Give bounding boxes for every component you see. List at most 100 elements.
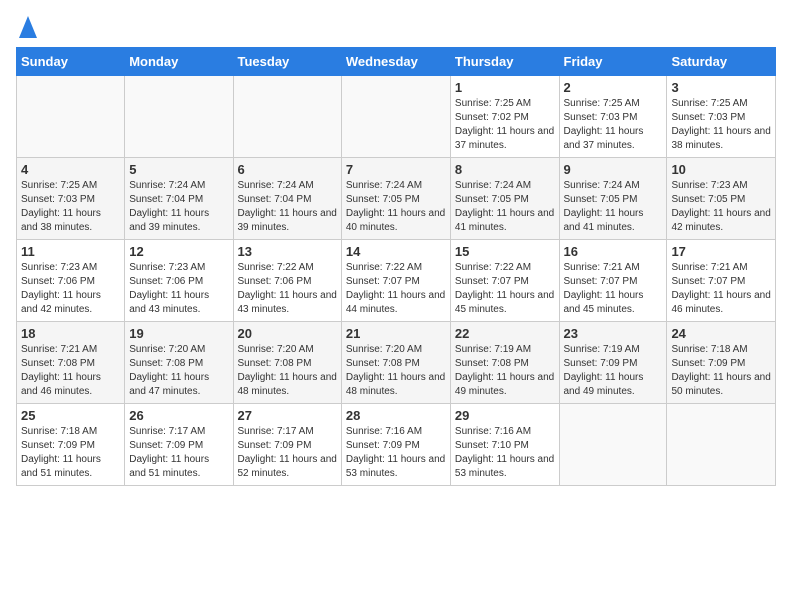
day-info: Sunrise: 7:16 AM Sunset: 7:10 PM Dayligh…: [455, 425, 555, 481]
day-info: Sunrise: 7:24 AM Sunset: 7:05 PM Dayligh…: [564, 179, 663, 235]
day-number: 22: [455, 326, 555, 341]
day-info: Sunrise: 7:23 AM Sunset: 7:06 PM Dayligh…: [129, 261, 228, 317]
calendar-cell: 5 Sunrise: 7:24 AM Sunset: 7:04 PM Daylig…: [125, 158, 233, 240]
day-number: 19: [129, 326, 228, 341]
calendar-cell: [341, 76, 450, 158]
day-info: Sunrise: 7:25 AM Sunset: 7:02 PM Dayligh…: [455, 97, 555, 153]
day-info: Sunrise: 7:22 AM Sunset: 7:06 PM Dayligh…: [238, 261, 337, 317]
day-number: 23: [564, 326, 663, 341]
calendar-cell: 7 Sunrise: 7:24 AM Sunset: 7:05 PM Daylig…: [341, 158, 450, 240]
col-header-saturday: Saturday: [667, 48, 776, 76]
calendar-table: SundayMondayTuesdayWednesdayThursdayFrid…: [16, 47, 776, 486]
calendar-cell: [125, 76, 233, 158]
day-info: Sunrise: 7:24 AM Sunset: 7:04 PM Dayligh…: [238, 179, 337, 235]
day-number: 1: [455, 80, 555, 95]
day-number: 10: [671, 162, 771, 177]
day-number: 7: [346, 162, 446, 177]
day-info: Sunrise: 7:20 AM Sunset: 7:08 PM Dayligh…: [346, 343, 446, 399]
day-number: 12: [129, 244, 228, 259]
day-number: 28: [346, 408, 446, 423]
col-header-sunday: Sunday: [17, 48, 125, 76]
day-number: 15: [455, 244, 555, 259]
day-info: Sunrise: 7:22 AM Sunset: 7:07 PM Dayligh…: [346, 261, 446, 317]
day-info: Sunrise: 7:20 AM Sunset: 7:08 PM Dayligh…: [238, 343, 337, 399]
calendar-cell: [667, 404, 776, 486]
day-info: Sunrise: 7:21 AM Sunset: 7:08 PM Dayligh…: [21, 343, 120, 399]
col-header-thursday: Thursday: [450, 48, 559, 76]
day-info: Sunrise: 7:24 AM Sunset: 7:05 PM Dayligh…: [346, 179, 446, 235]
calendar-cell: 8 Sunrise: 7:24 AM Sunset: 7:05 PM Daylig…: [450, 158, 559, 240]
day-info: Sunrise: 7:24 AM Sunset: 7:04 PM Dayligh…: [129, 179, 228, 235]
logo: [16, 16, 37, 39]
day-info: Sunrise: 7:16 AM Sunset: 7:09 PM Dayligh…: [346, 425, 446, 481]
week-row-1: 1 Sunrise: 7:25 AM Sunset: 7:02 PM Daylig…: [17, 76, 776, 158]
day-info: Sunrise: 7:19 AM Sunset: 7:08 PM Dayligh…: [455, 343, 555, 399]
calendar-cell: 27 Sunrise: 7:17 AM Sunset: 7:09 PM Dayli…: [233, 404, 341, 486]
calendar-cell: 4 Sunrise: 7:25 AM Sunset: 7:03 PM Daylig…: [17, 158, 125, 240]
col-header-wednesday: Wednesday: [341, 48, 450, 76]
calendar-cell: 12 Sunrise: 7:23 AM Sunset: 7:06 PM Dayli…: [125, 240, 233, 322]
col-header-tuesday: Tuesday: [233, 48, 341, 76]
col-header-monday: Monday: [125, 48, 233, 76]
calendar-cell: 17 Sunrise: 7:21 AM Sunset: 7:07 PM Dayli…: [667, 240, 776, 322]
day-number: 2: [564, 80, 663, 95]
day-info: Sunrise: 7:18 AM Sunset: 7:09 PM Dayligh…: [671, 343, 771, 399]
calendar-cell: 18 Sunrise: 7:21 AM Sunset: 7:08 PM Dayli…: [17, 322, 125, 404]
day-number: 17: [671, 244, 771, 259]
day-info: Sunrise: 7:25 AM Sunset: 7:03 PM Dayligh…: [21, 179, 120, 235]
calendar-cell: 13 Sunrise: 7:22 AM Sunset: 7:06 PM Dayli…: [233, 240, 341, 322]
calendar-cell: 20 Sunrise: 7:20 AM Sunset: 7:08 PM Dayli…: [233, 322, 341, 404]
calendar-cell: 14 Sunrise: 7:22 AM Sunset: 7:07 PM Dayli…: [341, 240, 450, 322]
day-number: 13: [238, 244, 337, 259]
day-number: 14: [346, 244, 446, 259]
day-number: 8: [455, 162, 555, 177]
week-row-2: 4 Sunrise: 7:25 AM Sunset: 7:03 PM Daylig…: [17, 158, 776, 240]
day-info: Sunrise: 7:24 AM Sunset: 7:05 PM Dayligh…: [455, 179, 555, 235]
day-number: 27: [238, 408, 337, 423]
day-number: 6: [238, 162, 337, 177]
day-number: 24: [671, 326, 771, 341]
day-info: Sunrise: 7:25 AM Sunset: 7:03 PM Dayligh…: [564, 97, 663, 153]
calendar-cell: 6 Sunrise: 7:24 AM Sunset: 7:04 PM Daylig…: [233, 158, 341, 240]
calendar-cell: 21 Sunrise: 7:20 AM Sunset: 7:08 PM Dayli…: [341, 322, 450, 404]
day-number: 16: [564, 244, 663, 259]
day-info: Sunrise: 7:17 AM Sunset: 7:09 PM Dayligh…: [129, 425, 228, 481]
day-number: 20: [238, 326, 337, 341]
calendar-cell: 29 Sunrise: 7:16 AM Sunset: 7:10 PM Dayli…: [450, 404, 559, 486]
calendar-cell: [559, 404, 667, 486]
day-info: Sunrise: 7:21 AM Sunset: 7:07 PM Dayligh…: [564, 261, 663, 317]
day-number: 11: [21, 244, 120, 259]
day-info: Sunrise: 7:19 AM Sunset: 7:09 PM Dayligh…: [564, 343, 663, 399]
calendar-cell: [17, 76, 125, 158]
week-row-4: 18 Sunrise: 7:21 AM Sunset: 7:08 PM Dayli…: [17, 322, 776, 404]
day-info: Sunrise: 7:23 AM Sunset: 7:05 PM Dayligh…: [671, 179, 771, 235]
day-number: 5: [129, 162, 228, 177]
day-number: 29: [455, 408, 555, 423]
calendar-cell: 25 Sunrise: 7:18 AM Sunset: 7:09 PM Dayli…: [17, 404, 125, 486]
day-info: Sunrise: 7:18 AM Sunset: 7:09 PM Dayligh…: [21, 425, 120, 481]
day-info: Sunrise: 7:21 AM Sunset: 7:07 PM Dayligh…: [671, 261, 771, 317]
day-number: 26: [129, 408, 228, 423]
day-info: Sunrise: 7:17 AM Sunset: 7:09 PM Dayligh…: [238, 425, 337, 481]
day-number: 4: [21, 162, 120, 177]
calendar-cell: 10 Sunrise: 7:23 AM Sunset: 7:05 PM Dayli…: [667, 158, 776, 240]
col-header-friday: Friday: [559, 48, 667, 76]
calendar-cell: 28 Sunrise: 7:16 AM Sunset: 7:09 PM Dayli…: [341, 404, 450, 486]
calendar-cell: 3Sunrise: 7:25 AM Sunset: 7:03 PM Daylig…: [667, 76, 776, 158]
day-number: 21: [346, 326, 446, 341]
calendar-cell: 19Sunrise: 7:20 AM Sunset: 7:08 PM Dayli…: [125, 322, 233, 404]
week-row-5: 25 Sunrise: 7:18 AM Sunset: 7:09 PM Dayli…: [17, 404, 776, 486]
calendar-cell: [233, 76, 341, 158]
day-number: 9: [564, 162, 663, 177]
header-row: SundayMondayTuesdayWednesdayThursdayFrid…: [17, 48, 776, 76]
day-number: 18: [21, 326, 120, 341]
calendar-cell: 15 Sunrise: 7:22 AM Sunset: 7:07 PM Dayli…: [450, 240, 559, 322]
calendar-cell: 24 Sunrise: 7:18 AM Sunset: 7:09 PM Dayli…: [667, 322, 776, 404]
calendar-cell: 22 Sunrise: 7:19 AM Sunset: 7:08 PM Dayli…: [450, 322, 559, 404]
calendar-cell: 11Sunrise: 7:23 AM Sunset: 7:06 PM Dayli…: [17, 240, 125, 322]
calendar-cell: 26 Sunrise: 7:17 AM Sunset: 7:09 PM Dayli…: [125, 404, 233, 486]
day-number: 25: [21, 408, 120, 423]
calendar-cell: 2 Sunrise: 7:25 AM Sunset: 7:03 PM Daylig…: [559, 76, 667, 158]
day-info: Sunrise: 7:22 AM Sunset: 7:07 PM Dayligh…: [455, 261, 555, 317]
calendar-cell: 9 Sunrise: 7:24 AM Sunset: 7:05 PM Daylig…: [559, 158, 667, 240]
